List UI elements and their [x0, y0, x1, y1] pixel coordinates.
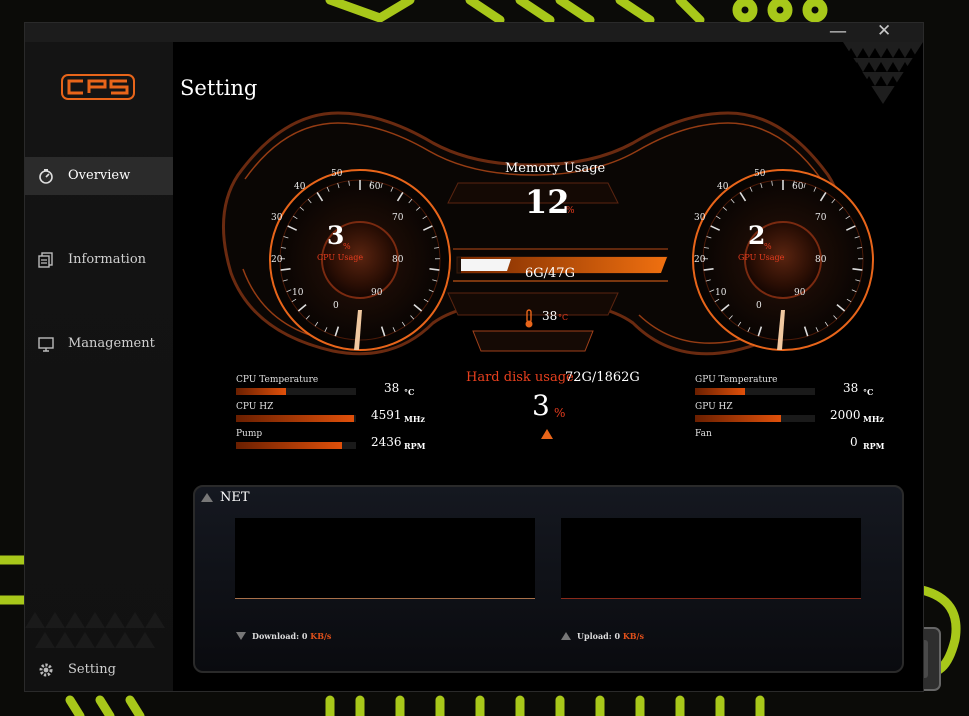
net-panel: NET Download: 0 KB/s Upload: 0 KB/s [193, 485, 904, 673]
gpu-hz-value: 2000 [830, 408, 861, 422]
cpu-tick-70: 70 [392, 213, 404, 223]
gpu-usage-value: 2 [748, 221, 766, 250]
monitor-icon [38, 337, 54, 352]
sidebar-item-label: Management [68, 336, 155, 351]
sidebar-item-label: Information [68, 252, 147, 267]
cpu-tick-0: 0 [333, 301, 339, 311]
cpu-temperature-label: CPU Temperature [236, 375, 319, 385]
cpu-usage-unit: % [343, 242, 351, 251]
gpu-temperature-unit: °C [863, 387, 874, 397]
sidebar-item-management[interactable]: Management [25, 325, 173, 363]
gpu-tick-50: 50 [754, 169, 766, 179]
close-button[interactable]: ✕ [877, 23, 891, 41]
cpu-hz-value: 4591 [371, 408, 402, 422]
pump-value: 2436 [371, 435, 402, 449]
sidebar-item-setting[interactable]: Setting [25, 651, 173, 689]
gpu-tick-0: 0 [756, 301, 762, 311]
cpu-tick-50: 50 [331, 169, 343, 179]
net-title: NET [220, 490, 250, 505]
hard-disk-label: Hard disk usage [466, 370, 574, 385]
gpu-tick-70: 70 [815, 213, 827, 223]
document-icon [38, 252, 53, 268]
temperature-unit: °C [558, 313, 569, 322]
sidebar-item-label: Setting [68, 662, 116, 677]
fan-value: 0 [850, 435, 858, 449]
cpu-tick-10: 10 [292, 288, 304, 298]
hard-disk-used-total: 72G/1862G [565, 370, 640, 385]
gauge-icon [39, 169, 53, 184]
cpu-temperature-unit: °C [404, 387, 415, 397]
cpu-hz-label: CPU HZ [236, 402, 274, 412]
gpu-tick-10: 10 [715, 288, 727, 298]
gpu-usage-unit: % [764, 242, 772, 251]
gpu-temperature-label: GPU Temperature [695, 375, 778, 385]
gpu-hz-label: GPU HZ [695, 402, 733, 412]
download-legend: Download: 0 KB/s [252, 631, 332, 641]
gpu-hz-bar [695, 415, 815, 422]
pump-unit: RPM [404, 441, 426, 451]
gpu-tick-80: 80 [815, 255, 827, 265]
cpu-tick-20: 20 [271, 255, 283, 265]
cpu-tick-60: 60 [369, 182, 381, 192]
net-collapse-toggle[interactable] [201, 493, 213, 502]
cpu-usage-value: 3 [327, 221, 345, 250]
gauge-cluster [222, 111, 874, 356]
fan-unit: RPM [863, 441, 885, 451]
download-arrow-icon [236, 632, 246, 640]
hard-disk-expand-arrow[interactable] [541, 429, 553, 439]
gpu-tick-40: 40 [717, 182, 729, 192]
cpu-tick-90: 90 [371, 288, 383, 298]
upload-arrow-icon [561, 632, 571, 640]
memory-used-total: 6G/47G [525, 266, 575, 281]
gear-icon [39, 663, 53, 677]
sidebar-item-label: Overview [68, 168, 131, 183]
cpu-tick-80: 80 [392, 255, 404, 265]
cpu-hz-unit: MHz [404, 414, 425, 424]
gpu-temperature-bar [695, 388, 815, 395]
cpu-usage-label: CPU Usage [317, 253, 364, 262]
cps-logo [61, 72, 135, 106]
hard-disk-usage-value: 3 [532, 389, 550, 422]
minimize-button[interactable]: — [829, 23, 847, 42]
memory-usage-value: 12 [525, 183, 570, 221]
app-window: — ✕ Overview Information Management Sett… [24, 22, 924, 692]
pump-label: Pump [236, 429, 263, 439]
memory-usage-unit: % [566, 206, 575, 216]
upload-legend: Upload: 0 KB/s [577, 631, 644, 641]
gpu-tick-30: 30 [694, 213, 706, 223]
sidebar: Overview Information Management Setting [25, 42, 173, 691]
sidebar-item-information[interactable]: Information [25, 241, 173, 279]
title-bar: — ✕ [25, 23, 923, 42]
temperature-value: 38 [542, 309, 558, 323]
cpu-temperature-bar [236, 388, 356, 395]
cpu-temperature-value: 38 [384, 381, 400, 395]
cpu-tick-40: 40 [294, 182, 306, 192]
sidebar-item-overview[interactable]: Overview [25, 157, 173, 195]
gpu-temperature-value: 38 [843, 381, 859, 395]
upload-graph [561, 518, 861, 599]
cpu-hz-bar [236, 415, 356, 422]
gpu-hz-unit: MHz [863, 414, 884, 424]
memory-usage-title: Memory Usage [505, 161, 606, 176]
pump-bar [236, 442, 356, 449]
hard-disk-usage-unit: % [554, 406, 566, 420]
thermometer-icon [525, 309, 533, 328]
fan-label: Fan [695, 429, 712, 439]
gpu-tick-60: 60 [792, 182, 804, 192]
fan-bar [695, 442, 815, 449]
cpu-tick-30: 30 [271, 213, 283, 223]
download-graph [235, 518, 535, 599]
gpu-tick-20: 20 [694, 255, 706, 265]
gpu-tick-90: 90 [794, 288, 806, 298]
gpu-usage-label: GPU Usage [738, 253, 785, 262]
